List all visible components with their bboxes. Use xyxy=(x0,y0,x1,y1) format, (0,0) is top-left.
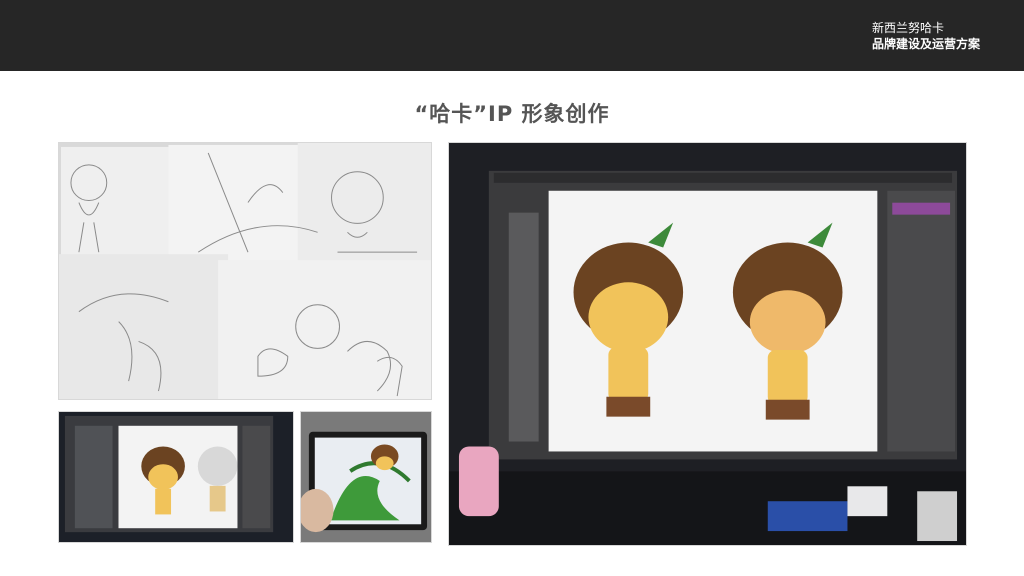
tablet-photo xyxy=(300,411,432,543)
page-title: “哈卡”IP 形象创作 xyxy=(414,102,610,126)
monitor-photo-large xyxy=(448,142,967,546)
brand-block: 新西兰努哈卡 品牌建设及运营方案 xyxy=(872,20,980,52)
monitor-photo-small xyxy=(58,411,294,543)
header-bar: 新西兰努哈卡 品牌建设及运营方案 xyxy=(0,0,1024,71)
sketch-photo xyxy=(58,142,432,400)
brand-line-1: 新西兰努哈卡 xyxy=(872,21,945,35)
brand-line-2: 品牌建设及运营方案 xyxy=(872,37,981,51)
